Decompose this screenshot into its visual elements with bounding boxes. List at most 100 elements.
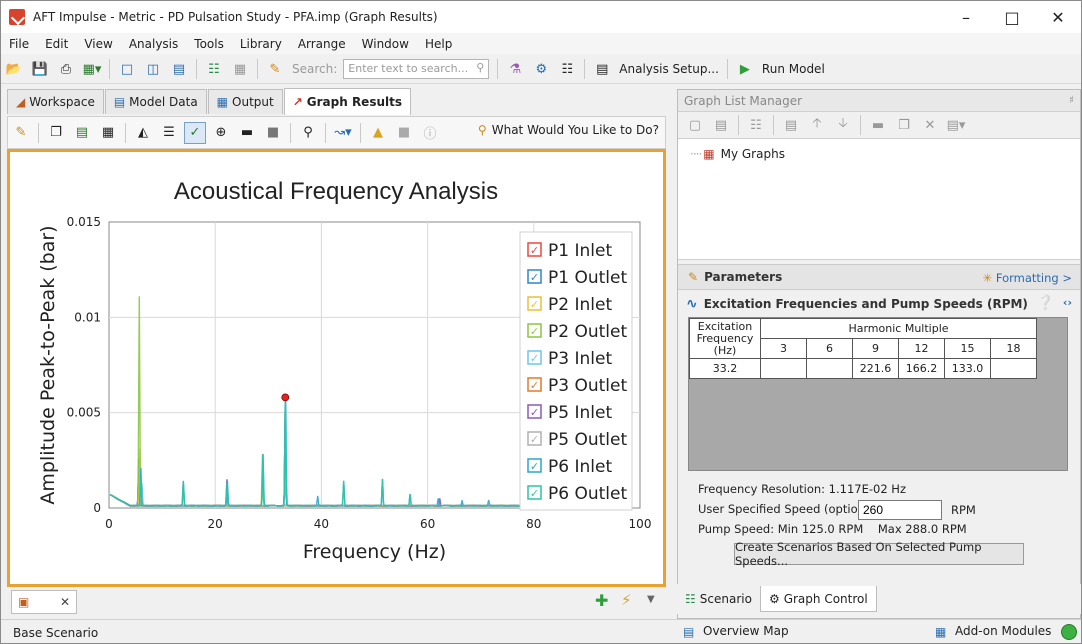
menu-file[interactable]: File bbox=[1, 37, 37, 51]
tab-scenario[interactable]: ☷ Scenario bbox=[677, 586, 760, 612]
grid-icon[interactable]: ▦ bbox=[229, 58, 251, 80]
analysis-setup-icon[interactable]: ▤ bbox=[591, 58, 613, 80]
help-icon[interactable]: ❔ bbox=[1037, 295, 1054, 311]
menu-window[interactable]: Window bbox=[354, 37, 417, 51]
acoustical-frequency-chart[interactable]: Acoustical Frequency Analysis 0 20 40 60 80 10… bbox=[10, 152, 663, 584]
flask-icon[interactable]: ⚗ bbox=[504, 58, 526, 80]
run-model-button[interactable]: Run Model bbox=[762, 62, 825, 76]
y-tick-label: 0.015 bbox=[67, 215, 101, 229]
search-input[interactable]: Enter text to search... ⚲ bbox=[343, 59, 490, 79]
glm-delete-icon[interactable]: ✕ bbox=[919, 114, 941, 136]
tab-workspace[interactable]: ◢ Workspace bbox=[7, 89, 104, 114]
table-icon[interactable]: ▦ bbox=[97, 122, 119, 144]
tab-graph-control[interactable]: ⚙ Graph Control bbox=[759, 586, 877, 612]
glm-more-icon[interactable]: ▤▾ bbox=[945, 114, 967, 136]
legend-check-mark: ✓ bbox=[530, 487, 539, 500]
x-axis-label: Frequency (Hz) bbox=[303, 541, 446, 563]
scenario-tab[interactable]: ▣ ✕ bbox=[11, 590, 77, 614]
maximize-button[interactable]: □ bbox=[989, 1, 1035, 33]
text-icon[interactable]: ◭ bbox=[132, 122, 154, 144]
search-icon: ⚲ bbox=[476, 61, 485, 74]
menu-library[interactable]: Library bbox=[232, 37, 290, 51]
rpm-label: RPM bbox=[951, 503, 976, 517]
excitation-header: Excitation Frequency (Hz) bbox=[689, 318, 761, 359]
graph-folder-icon: ▦ bbox=[703, 147, 715, 161]
print-icon[interactable]: ⎙ bbox=[55, 58, 77, 80]
table-cell[interactable]: 221.6 bbox=[852, 358, 899, 379]
table-cell[interactable] bbox=[806, 358, 853, 379]
save-icon[interactable]: 💾 bbox=[29, 58, 51, 80]
user-speed-input[interactable] bbox=[858, 500, 942, 520]
arrow-down-icon[interactable]: 🡣 bbox=[832, 114, 854, 136]
legend-entry: P6 Inlet bbox=[548, 457, 612, 477]
graph-params-icon[interactable]: ✎ bbox=[10, 122, 32, 144]
tree-connector: ···· bbox=[690, 147, 702, 161]
tree-item-my-graphs[interactable]: ···· ▦ My Graphs bbox=[690, 147, 1068, 161]
legend-check-mark: ✓ bbox=[530, 325, 539, 338]
glm-rename-icon[interactable]: ▬ bbox=[867, 114, 889, 136]
chart-frame[interactable]: Acoustical Frequency Analysis 0 20 40 60 80 10… bbox=[7, 149, 666, 587]
arrow-up-icon[interactable]: 🡡 bbox=[806, 114, 828, 136]
tab-model-data[interactable]: ▤ Model Data bbox=[104, 89, 207, 114]
module-icon[interactable]: ☷ bbox=[556, 58, 578, 80]
ruler-icon[interactable]: ▬ bbox=[236, 122, 258, 144]
harmonic-col-9: 9 bbox=[852, 338, 899, 359]
checklist-icon[interactable]: ✎ bbox=[264, 58, 286, 80]
window-split-vertical-icon[interactable]: ◫ bbox=[142, 58, 164, 80]
copy-icon[interactable]: ❐ bbox=[45, 122, 67, 144]
glm-copy-icon[interactable]: ❐ bbox=[893, 114, 915, 136]
table-cell[interactable]: 133.0 bbox=[944, 358, 991, 379]
glm-save-icon[interactable]: ▤ bbox=[780, 114, 802, 136]
crosshair-icon[interactable]: ⊕ bbox=[210, 122, 232, 144]
checkbox-icon[interactable]: ✓ bbox=[184, 121, 206, 144]
table-cell[interactable]: 166.2 bbox=[898, 358, 945, 379]
menu-tools[interactable]: Tools bbox=[186, 37, 232, 51]
save-graph-icon[interactable]: ▤ bbox=[71, 122, 93, 144]
legend-icon[interactable]: ☰ bbox=[158, 122, 180, 144]
export-icon[interactable]: ▲ bbox=[367, 122, 389, 144]
add-icon[interactable]: ✚ bbox=[595, 591, 608, 610]
collapse-icon[interactable]: ‹› bbox=[1063, 296, 1072, 309]
minimize-button[interactable]: – bbox=[943, 1, 989, 33]
menu-edit[interactable]: Edit bbox=[37, 37, 76, 51]
excitation-frequency-cell[interactable]: 33.2 bbox=[689, 358, 761, 379]
legend-entry: P2 Inlet bbox=[548, 295, 612, 315]
tab-output[interactable]: ▦ Output bbox=[207, 89, 283, 114]
tab-graph-results[interactable]: ↗ Graph Results bbox=[283, 88, 411, 115]
overview-map-button[interactable]: Overview Map bbox=[703, 624, 789, 638]
formatting-label: Formatting > bbox=[995, 271, 1072, 285]
network-icon[interactable]: ☷ bbox=[203, 58, 225, 80]
line-style-icon[interactable]: ↝▾ bbox=[332, 122, 354, 144]
menu-view[interactable]: View bbox=[76, 37, 120, 51]
stop-icon[interactable]: ■ bbox=[262, 122, 284, 144]
addon-modules-button[interactable]: Add-on Modules bbox=[955, 624, 1051, 638]
pin-icon[interactable]: ♯ bbox=[1069, 95, 1074, 106]
window-single-icon[interactable]: □ bbox=[116, 58, 138, 80]
close-tab-icon[interactable]: ✕ bbox=[60, 595, 70, 609]
run-icon[interactable]: ▶ bbox=[734, 58, 756, 80]
menu-help[interactable]: Help bbox=[417, 37, 460, 51]
glm-tree-icon[interactable]: ☷ bbox=[745, 114, 767, 136]
glm-folder-icon[interactable]: ▤ bbox=[710, 114, 732, 136]
close-window-button[interactable]: ✕ bbox=[1035, 1, 1081, 33]
glm-add-icon[interactable]: ▢ bbox=[684, 114, 706, 136]
lightning-icon[interactable]: ⚡ bbox=[621, 591, 632, 609]
table-cell[interactable] bbox=[760, 358, 807, 379]
create-scenarios-button[interactable]: Create Scenarios Based On Selected Pump … bbox=[734, 540, 1024, 568]
zoom-icon[interactable]: ⚲ bbox=[297, 122, 319, 144]
glm-toolbar: ▢ ▤ ☷ ▤ 🡡 🡣 ▬ ❐ ✕ ▤▾ bbox=[678, 112, 1080, 138]
formatting-link[interactable]: ✳ Formatting > bbox=[983, 271, 1072, 285]
tools-icon[interactable]: ⚙ bbox=[530, 58, 552, 80]
what-would-you-like-button[interactable]: ⚲ What Would You Like to Do? bbox=[478, 123, 659, 137]
window-split-horizontal-icon[interactable]: ▤ bbox=[168, 58, 190, 80]
open-folder-icon[interactable]: 📂 bbox=[3, 58, 25, 80]
chevron-down-icon[interactable]: ▼ bbox=[647, 594, 655, 605]
status-indicator-icon bbox=[1061, 624, 1077, 640]
menu-arrange[interactable]: Arrange bbox=[290, 37, 354, 51]
analysis-setup-button[interactable]: Analysis Setup... bbox=[619, 62, 719, 76]
menu-analysis[interactable]: Analysis bbox=[121, 37, 186, 51]
table-cell[interactable] bbox=[990, 358, 1037, 379]
copy-dropdown-icon[interactable]: ▦▾ bbox=[81, 58, 103, 80]
excitation-section-header[interactable]: ∿ Excitation Frequencies and Pump Speeds… bbox=[678, 290, 1080, 318]
harmonic-col-12: 12 bbox=[898, 338, 945, 359]
